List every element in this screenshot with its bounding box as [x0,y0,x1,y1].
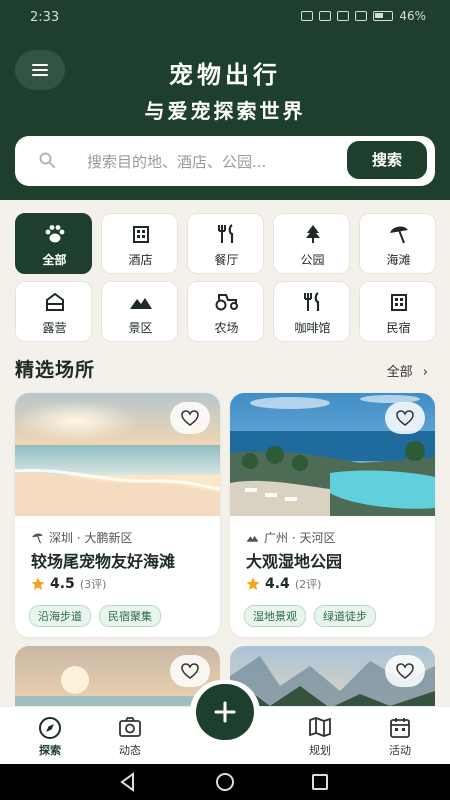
app-subtitle: 与爱宠探索世界 [144,99,306,123]
guesthouse-icon [390,294,407,311]
battery-percent: 46% [399,9,426,23]
heart-icon [396,663,414,679]
nav-label: 规划 [309,744,331,757]
nav-events[interactable]: 活动 [360,707,440,765]
place-location: 广州 · 天河区 [246,529,335,546]
nav-moments[interactable]: 动态 [90,707,170,765]
category-camping[interactable]: 露营 [15,281,92,342]
category-guesthouse[interactable]: 民宿 [359,281,436,342]
see-all-link[interactable]: 全部 › [387,361,428,380]
umbrella-icon [389,226,408,244]
category-label: 景区 [128,321,153,335]
nfc-icon [301,11,314,21]
system-nav-bar [0,764,450,800]
home-icon[interactable] [215,772,235,792]
category-label: 民宿 [386,321,411,335]
category-label: 农场 [214,321,239,335]
battery-icon [373,11,394,21]
heart-icon [181,410,199,426]
status-time: 2:33 [30,10,60,25]
category-label: 酒店 [128,253,153,267]
mountain-icon [246,535,259,542]
favorite-button[interactable] [170,655,210,687]
place-name: 大观湿地公园 [246,552,343,571]
map-icon [309,717,331,737]
location-text: 广州 · 天河区 [264,531,336,545]
search-icon [39,152,55,168]
category-hotel[interactable]: 酒店 [101,213,178,274]
place-card[interactable]: 广州 · 天河区 大观湿地公园 4.4 (2评) 湿地景观 绿道徒步 [230,393,435,637]
category-farm[interactable]: 农场 [187,281,264,342]
tag-list: 湿地景观 绿道徒步 [244,605,376,627]
heart-icon [181,663,199,679]
favorite-button[interactable] [385,402,425,434]
tree-icon [305,225,320,243]
header: 2:33 46% 宠物出行 与爱宠探索世界 搜索目的地、酒店、公园... 搜索 [0,0,450,200]
vibrate-icon [319,11,332,21]
search-input[interactable]: 搜索目的地、酒店、公园... [87,151,266,172]
hotel-icon [132,226,149,243]
tag: 民宿聚集 [99,605,161,627]
compass-icon [39,717,61,739]
nav-label: 动态 [119,744,141,757]
recents-icon[interactable] [310,772,330,792]
search-button[interactable]: 搜索 [347,141,427,179]
category-label: 餐厅 [214,253,239,267]
place-location: 深圳 · 大鹏新区 [31,529,132,546]
tag: 湿地景观 [244,605,306,627]
rating-score: 4.5 [50,576,75,592]
category-scenic[interactable]: 景区 [101,281,178,342]
umbrella-icon [32,533,43,544]
star-icon [31,577,45,590]
back-icon[interactable] [118,772,138,792]
place-name: 较场尾宠物友好海滩 [31,552,176,571]
search-bar[interactable]: 搜索目的地、酒店、公园... 搜索 [15,136,435,186]
category-label: 咖啡馆 [294,321,331,335]
calendar-icon [390,718,410,738]
add-button[interactable] [190,680,260,744]
favorite-button[interactable] [170,402,210,434]
tag: 绿道徒步 [314,605,376,627]
chevron-right-icon: › [422,365,428,380]
rating-score: 4.4 [265,576,290,592]
status-bar: 2:33 46% [0,0,450,34]
nav-label: 探索 [39,744,61,757]
nav-plan[interactable]: 规划 [280,707,360,765]
nav-label: 活动 [389,744,411,757]
category-label: 公园 [300,253,325,267]
paw-icon [45,225,64,243]
nav-explore[interactable]: 探索 [10,707,90,765]
place-rating: 4.5 (3评) [31,576,106,592]
tag: 沿海步道 [29,605,91,627]
review-count: (3评) [79,578,107,591]
place-card[interactable]: 深圳 · 大鹏新区 较场尾宠物友好海滩 4.5 (3评) 沿海步道 民宿聚集 [15,393,220,637]
bluetooth-icon [337,11,350,21]
place-rating: 4.4 (2评) [246,576,321,592]
section-title: 精选场所 [15,359,96,381]
tractor-icon [215,294,238,311]
category-label: 海滩 [386,253,411,267]
cafe-icon [303,292,319,311]
mountain-icon [129,298,152,309]
plus-icon [214,701,236,723]
camera-icon [119,717,141,737]
category-label: 露营 [42,321,67,335]
review-count: (2评) [294,578,322,591]
category-park[interactable]: 公园 [273,213,350,274]
tag-list: 沿海步道 民宿聚集 [29,605,161,627]
restaurant-icon [217,224,233,243]
category-all[interactable]: 全部 [15,213,92,274]
tent-icon [45,292,64,311]
star-icon [246,577,260,590]
category-beach[interactable]: 海滩 [359,213,436,274]
signal-icon [355,11,368,21]
heart-icon [396,410,414,426]
favorite-button[interactable] [385,655,425,687]
category-restaurant[interactable]: 餐厅 [187,213,264,274]
category-cafe[interactable]: 咖啡馆 [273,281,350,342]
app-title: 宠物出行 [169,61,281,89]
category-label: 全部 [42,253,67,267]
location-text: 深圳 · 大鹏新区 [49,531,133,545]
see-all-label: 全部 [386,365,413,380]
